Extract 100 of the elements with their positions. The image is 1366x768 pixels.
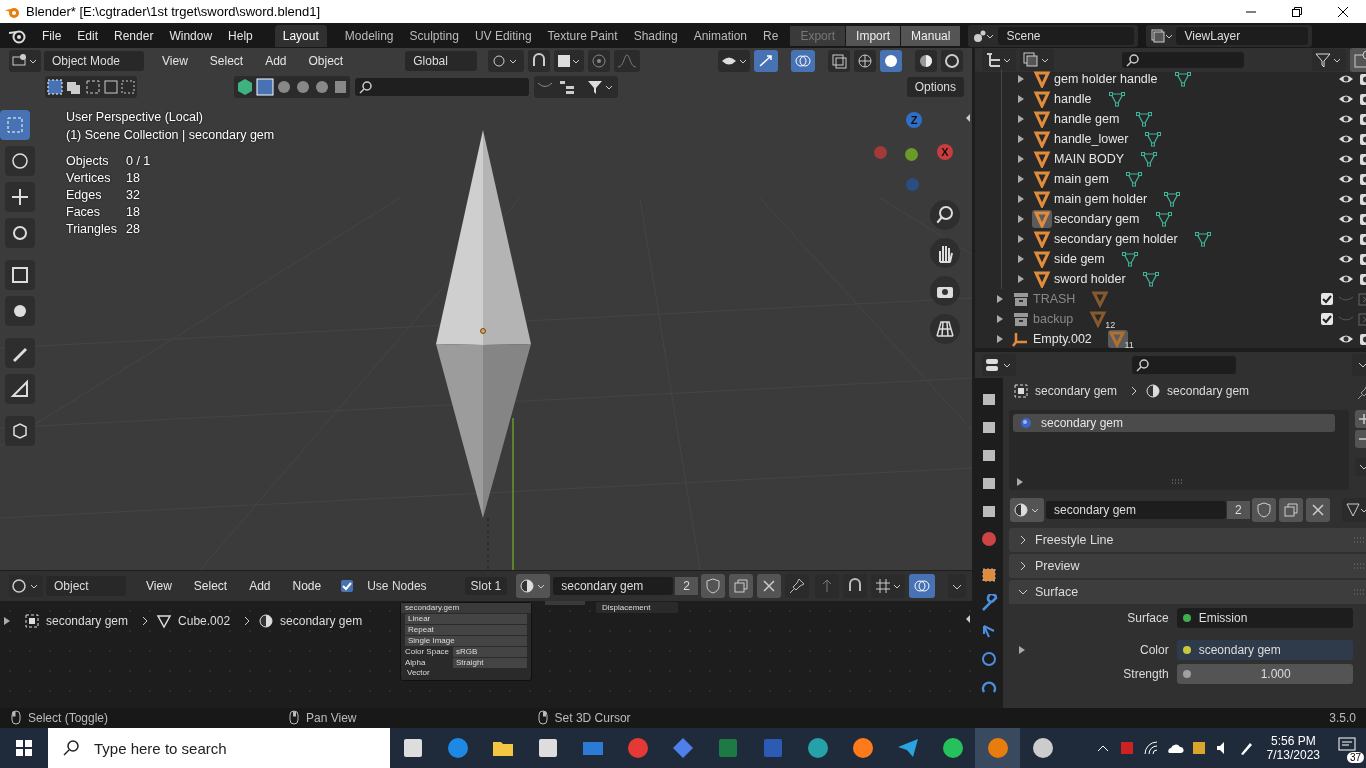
mesh-link-icon[interactable]: [1341, 498, 1366, 522]
expand-icon[interactable]: [997, 295, 1003, 303]
expand-icon[interactable]: [1017, 478, 1023, 486]
editor-type-icon[interactable]: [9, 575, 43, 597]
outliner-item[interactable]: main gem: [1054, 172, 1109, 186]
snap-icon[interactable]: [842, 574, 867, 598]
user-count[interactable]: 2: [675, 577, 698, 595]
mesh-data-icon[interactable]: [1193, 231, 1212, 247]
toolbar-button[interactable]: Manual: [901, 25, 961, 46]
overlay-toggle-icon[interactable]: [791, 50, 815, 72]
workspace-tab[interactable]: Modeling: [336, 24, 402, 47]
solid-shading-icon[interactable]: [880, 50, 902, 72]
mesh-object-icon[interactable]: [1032, 150, 1052, 168]
duplicate-icon[interactable]: [1278, 498, 1303, 522]
mesh-data-icon[interactable]: [1163, 191, 1182, 207]
breadcrumb-item[interactable]: secondary gem: [46, 614, 129, 628]
menu-item[interactable]: Add: [239, 579, 281, 593]
search-field[interactable]: [1121, 52, 1244, 68]
mesh-data-icon[interactable]: [1144, 131, 1163, 147]
selection-mode-icon[interactable]: [45, 76, 137, 98]
new-collection-icon[interactable]: [1349, 48, 1366, 72]
mesh-object-icon[interactable]: [1032, 270, 1052, 288]
toolbar-button[interactable]: Import: [846, 25, 901, 46]
mesh-object-icon[interactable]: [1032, 250, 1052, 268]
expand-icon[interactable]: [1018, 95, 1024, 103]
wireframe-shading-icon[interactable]: [854, 50, 876, 72]
pencil-icon[interactable]: [5, 338, 35, 368]
filter-icon[interactable]: [1311, 49, 1346, 71]
mesh-data-icon[interactable]: [1135, 111, 1154, 127]
taskbar-search-field[interactable]: Type here to search: [48, 728, 390, 768]
node-dropdown[interactable]: Single Image: [405, 636, 527, 646]
restore-icon[interactable]: [1291, 5, 1303, 18]
drag-handle-icon[interactable]: [1352, 536, 1365, 544]
mesh-data-icon[interactable]: [1124, 171, 1143, 187]
editor-type-icon[interactable]: [982, 354, 1016, 376]
mode-dropdown[interactable]: Object Mode: [44, 51, 144, 71]
slot-dropdown[interactable]: Slot 1: [464, 577, 508, 595]
menu-item[interactable]: Window: [161, 28, 221, 43]
snap-grid-icon[interactable]: [870, 574, 905, 598]
workspace-tab[interactable]: Shading: [625, 24, 686, 47]
shader-field[interactable]: Emission: [1176, 608, 1353, 628]
overlay-toggle-icon[interactable]: [908, 574, 935, 598]
collection-icon[interactable]: [1011, 290, 1031, 308]
node-dropdown[interactable]: Linear: [405, 614, 527, 624]
object-icon[interactable]: [980, 566, 998, 584]
expand-icon[interactable]: [1018, 255, 1024, 263]
expand-icon[interactable]: [1018, 215, 1024, 223]
expand-icon[interactable]: [1018, 275, 1024, 283]
snap-target-icon[interactable]: [554, 50, 585, 72]
close-icon[interactable]: [756, 574, 781, 598]
move-icon[interactable]: [5, 182, 35, 212]
mesh-data-icon[interactable]: [1107, 91, 1126, 107]
rendered-shading-icon[interactable]: [941, 50, 963, 72]
mesh-object-icon[interactable]: [1032, 210, 1052, 228]
mesh-object-icon[interactable]: [1032, 110, 1052, 128]
duplicate-icon[interactable]: [728, 574, 753, 598]
panel-header[interactable]: Surface: [1009, 580, 1366, 604]
outliner-item[interactable]: handle: [1054, 92, 1092, 106]
menu-item[interactable]: Render: [106, 28, 162, 43]
outliner-item[interactable]: gem holder handle: [1054, 72, 1158, 86]
workspace-tab[interactable]: Animation: [685, 24, 756, 47]
add-cube-icon[interactable]: [5, 416, 35, 446]
expand-icon[interactable]: [1018, 75, 1024, 83]
snap-icon[interactable]: [528, 50, 551, 72]
mesh-data-icon[interactable]: [1141, 271, 1160, 287]
transform-icon[interactable]: [5, 296, 35, 326]
filter-icons-drawing[interactable]: [233, 76, 350, 98]
resize-handle-icon[interactable]: [1171, 479, 1183, 485]
outliner-item[interactable]: handle_lower: [1054, 132, 1129, 146]
fake-user-icon[interactable]: [1251, 498, 1276, 522]
expand-icon[interactable]: [997, 335, 1003, 343]
search-field[interactable]: [354, 78, 529, 96]
close-icon[interactable]: [1337, 5, 1349, 18]
outliner-item[interactable]: sword holder: [1054, 272, 1126, 286]
breadcrumb-item[interactable]: secondary gem: [280, 614, 363, 628]
use-nodes-checkbox[interactable]: Use Nodes: [333, 579, 435, 593]
wrench-icon[interactable]: [980, 594, 998, 612]
fake-user-icon[interactable]: [700, 574, 725, 598]
menu-item[interactable]: Select: [199, 54, 254, 68]
globe-icon[interactable]: [980, 530, 998, 548]
menu-item[interactable]: Select: [183, 579, 238, 593]
cursor-icon[interactable]: [5, 146, 35, 176]
outliner-item[interactable]: MAIN BODY: [1054, 152, 1125, 166]
mesh-data-icon[interactable]: [1155, 211, 1174, 227]
expand-icon[interactable]: [1018, 135, 1024, 143]
material-slot[interactable]: secondary gem: [1013, 414, 1335, 432]
view-layer-field[interactable]: ViewLayer: [1176, 26, 1309, 45]
search-field[interactable]: [1131, 356, 1236, 374]
material-shading-icon[interactable]: [915, 50, 937, 72]
view-layer-icon[interactable]: [1020, 49, 1054, 71]
mesh-object-icon[interactable]: [1032, 70, 1052, 88]
menu-item[interactable]: Edit: [69, 28, 107, 43]
outliner-item[interactable]: main gem holder: [1054, 192, 1148, 206]
expand-icon[interactable]: [4, 617, 10, 625]
strength-slider[interactable]: 1.000: [1176, 664, 1353, 684]
scale-icon[interactable]: [5, 260, 35, 290]
expand-icon[interactable]: [1019, 646, 1025, 654]
mesh-object-icon[interactable]: [1032, 90, 1052, 108]
breadcrumb-item[interactable]: Cube.002: [178, 614, 231, 628]
ruler-icon[interactable]: [5, 374, 35, 404]
